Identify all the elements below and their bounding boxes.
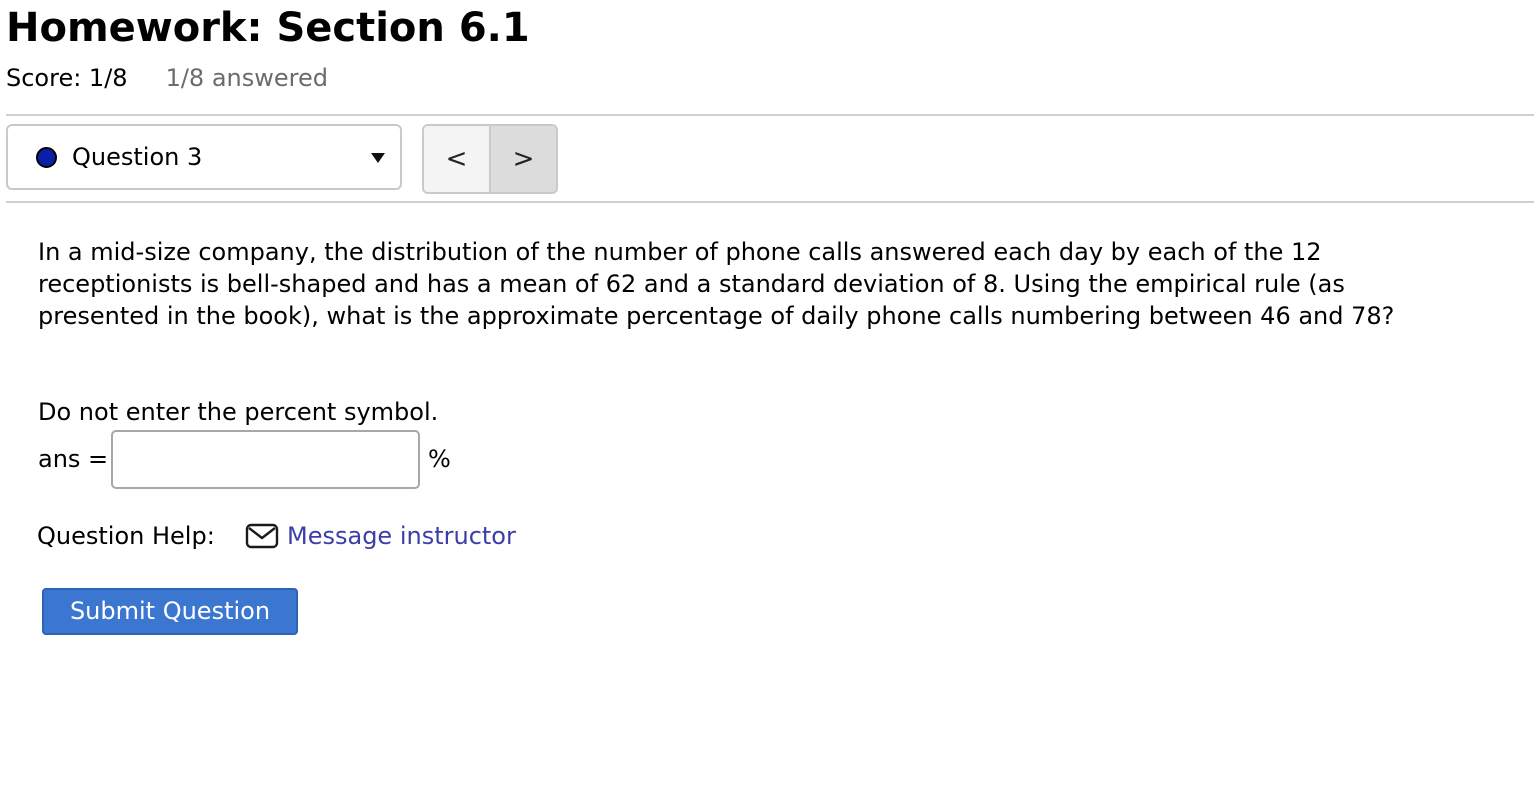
divider-bottom	[6, 201, 1534, 203]
answer-label: ans =	[38, 445, 109, 473]
question-select[interactable]: Question 3	[6, 124, 402, 190]
question-nav-buttons: < >	[422, 124, 558, 194]
divider-top	[6, 114, 1534, 116]
answered-count: 1/8 answered	[165, 64, 328, 92]
message-instructor-link[interactable]: Message instructor	[287, 520, 516, 552]
question-select-label: Question 3	[72, 143, 203, 171]
answer-input[interactable]	[111, 430, 420, 489]
submit-question-button[interactable]: Submit Question	[42, 588, 298, 635]
answer-unit: %	[428, 445, 451, 473]
question-status-dot	[36, 147, 57, 168]
question-help-label: Question Help:	[37, 522, 215, 550]
answer-instruction: Do not enter the percent symbol.	[38, 398, 439, 426]
homework-page: Homework: Section 6.1 Score: 1/8 1/8 answ…	[0, 0, 1534, 806]
question-text: In a mid-size company, the distribution …	[38, 238, 1395, 330]
mail-icon[interactable]	[245, 523, 279, 549]
score-text: Score: 1/8	[6, 64, 128, 92]
caret-down-icon	[371, 153, 385, 163]
score-line: Score: 1/8 1/8 answered	[6, 63, 328, 93]
next-question-button[interactable]: >	[489, 126, 556, 192]
previous-question-button[interactable]: <	[424, 126, 489, 192]
page-title: Homework: Section 6.1	[6, 5, 530, 51]
